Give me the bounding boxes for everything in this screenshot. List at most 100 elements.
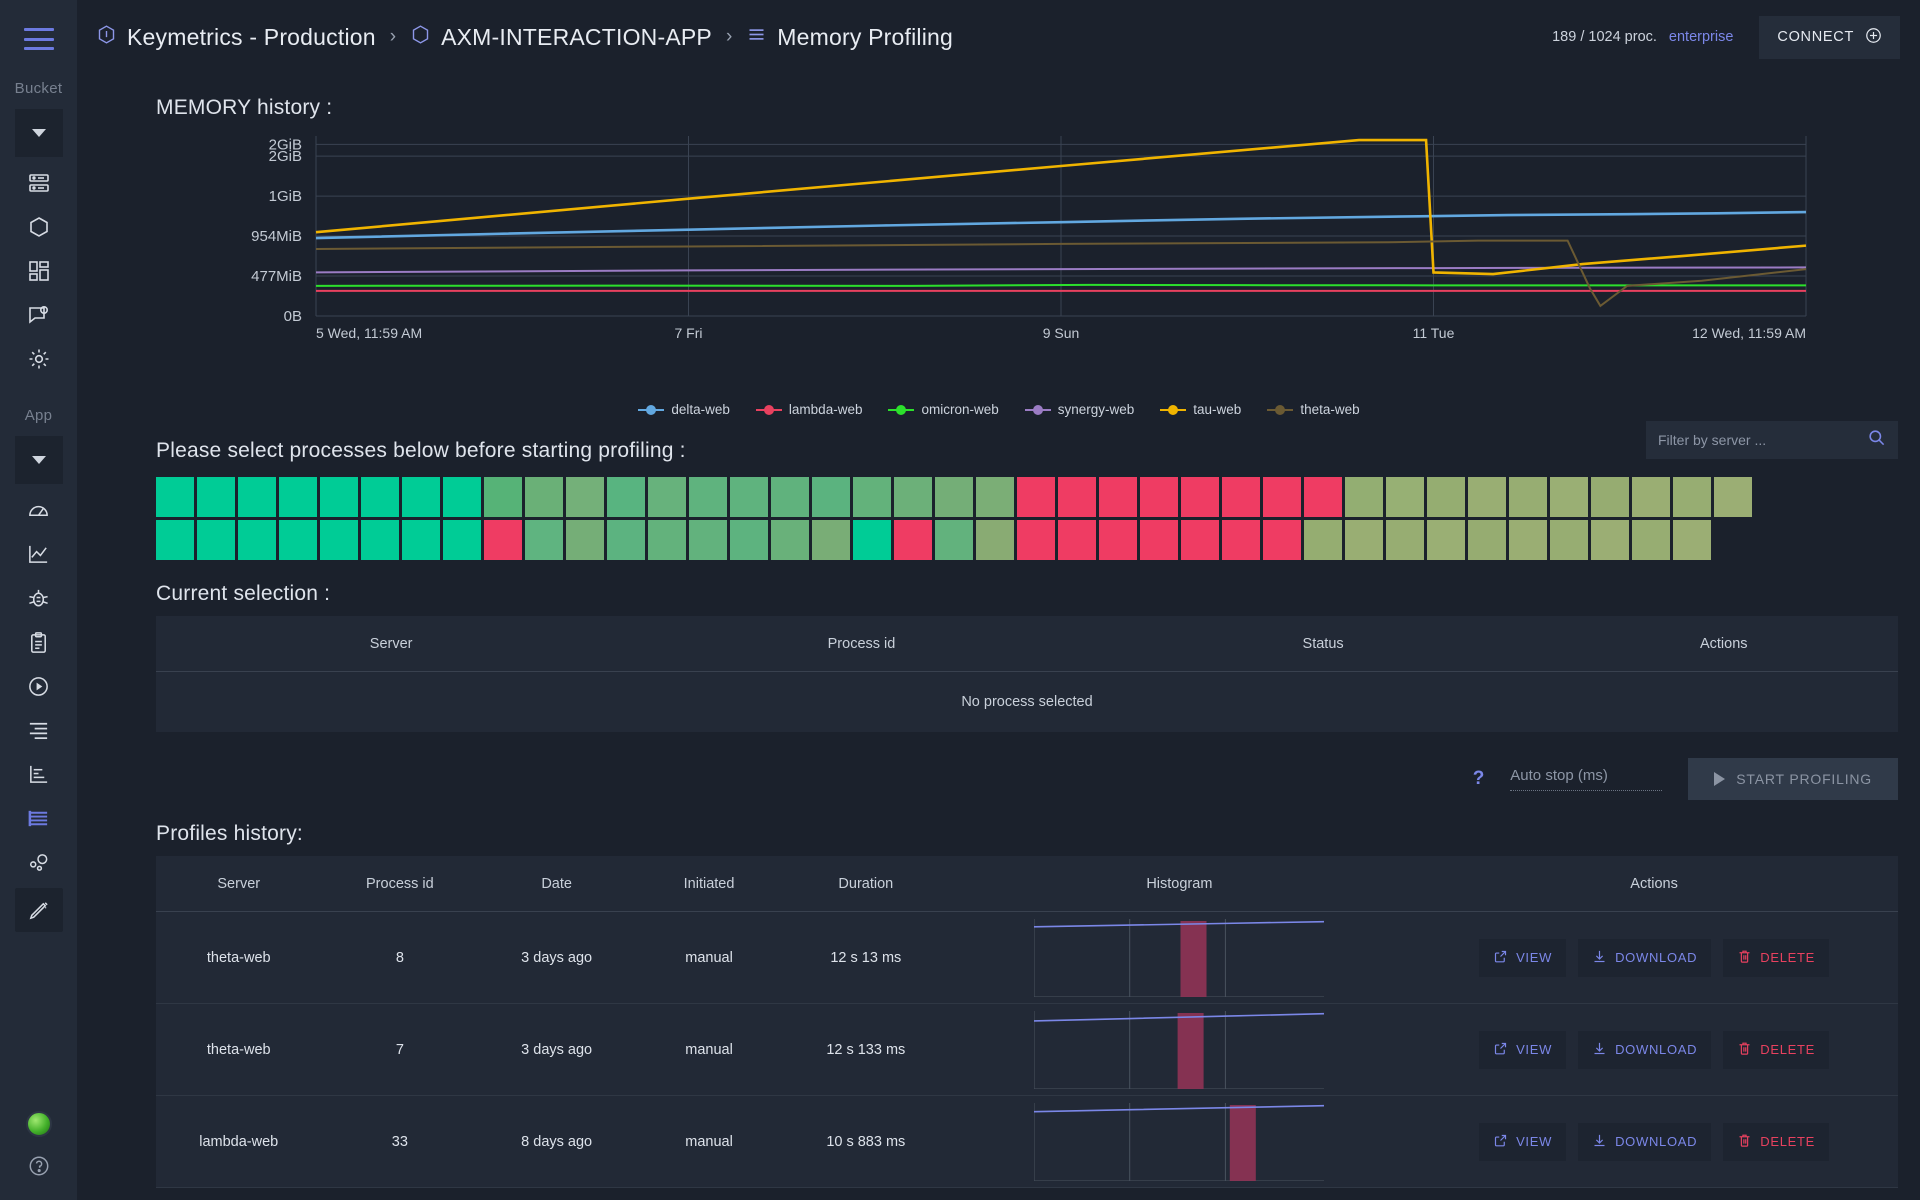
- process-tile[interactable]: [976, 477, 1014, 517]
- process-tile[interactable]: [156, 520, 194, 560]
- process-tile[interactable]: [1714, 477, 1752, 517]
- process-tile[interactable]: [812, 477, 850, 517]
- external-link-button[interactable]: VIEW: [1479, 1123, 1566, 1161]
- process-tile[interactable]: [935, 477, 973, 517]
- process-tile[interactable]: [648, 520, 686, 560]
- server-filter[interactable]: [1646, 421, 1898, 459]
- process-tile[interactable]: [402, 477, 440, 517]
- process-tile[interactable]: [1222, 477, 1260, 517]
- process-tile[interactable]: [238, 520, 276, 560]
- process-tile[interactable]: [1140, 477, 1178, 517]
- process-tile[interactable]: [689, 477, 727, 517]
- sidebar-item-applications[interactable]: [15, 209, 63, 245]
- process-tile[interactable]: [484, 477, 522, 517]
- process-tile[interactable]: [361, 477, 399, 517]
- process-tile[interactable]: [238, 477, 276, 517]
- start-profiling-button[interactable]: START PROFILING: [1688, 758, 1898, 800]
- process-tile[interactable]: [197, 520, 235, 560]
- process-tile[interactable]: [279, 477, 317, 517]
- process-tile[interactable]: [1263, 477, 1301, 517]
- bucket-selector[interactable]: [15, 109, 63, 157]
- user-avatar[interactable]: [26, 1111, 52, 1137]
- search-input[interactable]: [1658, 432, 1859, 448]
- process-tile[interactable]: [771, 477, 809, 517]
- process-tile[interactable]: [771, 520, 809, 560]
- table-row[interactable]: theta-web73 days agomanual12 s 133 msVIE…: [156, 1004, 1898, 1096]
- sidebar-item-metrics[interactable]: [15, 536, 63, 572]
- process-tile[interactable]: [525, 477, 563, 517]
- process-tile[interactable]: [648, 477, 686, 517]
- search-icon[interactable]: [1867, 428, 1886, 452]
- download-button[interactable]: DOWNLOAD: [1578, 1031, 1711, 1069]
- sidebar-item-servers[interactable]: [15, 165, 63, 201]
- process-tile[interactable]: [1345, 477, 1383, 517]
- sidebar-item-edit[interactable]: [15, 888, 63, 932]
- table-row[interactable]: theta-web83 days agomanual12 s 13 msVIEW…: [156, 912, 1898, 1004]
- process-tile[interactable]: [1509, 520, 1547, 560]
- process-tile[interactable]: [1181, 477, 1219, 517]
- process-tile[interactable]: [1140, 520, 1178, 560]
- process-tile[interactable]: [1386, 520, 1424, 560]
- sidebar-item-cpu-profiling[interactable]: [15, 756, 63, 792]
- process-tile[interactable]: [1468, 477, 1506, 517]
- sidebar-item-logs[interactable]: [15, 624, 63, 660]
- process-tile[interactable]: [1181, 520, 1219, 560]
- process-tile[interactable]: [1550, 477, 1588, 517]
- process-tile[interactable]: [443, 520, 481, 560]
- process-tile[interactable]: [1591, 477, 1629, 517]
- process-tile[interactable]: [935, 520, 973, 560]
- process-tile[interactable]: [320, 520, 358, 560]
- app-selector[interactable]: [15, 436, 63, 484]
- process-tile[interactable]: [1591, 520, 1629, 560]
- process-tile[interactable]: [1550, 520, 1588, 560]
- breadcrumb-item-app[interactable]: AXM-INTERACTION-APP: [410, 24, 712, 51]
- process-tile[interactable]: [853, 520, 891, 560]
- process-tile[interactable]: [443, 477, 481, 517]
- process-tile[interactable]: [1017, 477, 1055, 517]
- breadcrumb-item-bucket[interactable]: Keymetrics - Production: [96, 24, 376, 51]
- download-button[interactable]: DOWNLOAD: [1578, 939, 1711, 977]
- process-tile[interactable]: [1468, 520, 1506, 560]
- process-tile[interactable]: [566, 520, 604, 560]
- process-tile[interactable]: [566, 477, 604, 517]
- question-mark-icon[interactable]: ?: [1473, 768, 1485, 790]
- external-link-button[interactable]: VIEW: [1479, 939, 1566, 977]
- process-tile[interactable]: [1427, 477, 1465, 517]
- legend-item-lambda-web[interactable]: lambda-web: [756, 402, 863, 417]
- process-tile[interactable]: [730, 477, 768, 517]
- process-tile[interactable]: [1263, 520, 1301, 560]
- process-tile[interactable]: [361, 520, 399, 560]
- process-tile[interactable]: [894, 477, 932, 517]
- process-tile[interactable]: [1386, 477, 1424, 517]
- sidebar-item-notifications[interactable]: [15, 297, 63, 333]
- hamburger-icon[interactable]: [24, 28, 54, 50]
- table-row[interactable]: lambda-web338 days agomanual10 s 883 msV…: [156, 1096, 1898, 1188]
- process-tile[interactable]: [689, 520, 727, 560]
- process-tile[interactable]: [1304, 520, 1342, 560]
- process-tile[interactable]: [1632, 520, 1670, 560]
- legend-item-tau-web[interactable]: tau-web: [1160, 402, 1241, 417]
- sidebar-item-overview[interactable]: [15, 492, 63, 528]
- external-link-button[interactable]: VIEW: [1479, 1031, 1566, 1069]
- sidebar-item-actions[interactable]: [15, 668, 63, 704]
- trash-button[interactable]: DELETE: [1723, 939, 1829, 977]
- process-tile[interactable]: [156, 477, 194, 517]
- legend-item-theta-web[interactable]: theta-web: [1267, 402, 1359, 417]
- breadcrumb-item-page[interactable]: Memory Profiling: [746, 24, 953, 51]
- connect-button[interactable]: CONNECT: [1759, 16, 1900, 59]
- process-tile[interactable]: [894, 520, 932, 560]
- trash-button[interactable]: DELETE: [1723, 1031, 1829, 1069]
- sidebar-item-dashboard[interactable]: [15, 253, 63, 289]
- process-tile[interactable]: [279, 520, 317, 560]
- process-tile[interactable]: [1099, 520, 1137, 560]
- process-tile[interactable]: [1099, 477, 1137, 517]
- process-tile[interactable]: [853, 477, 891, 517]
- sidebar-item-memory-profiling[interactable]: [15, 800, 63, 836]
- sidebar-item-transactions[interactable]: [15, 712, 63, 748]
- process-tile[interactable]: [197, 477, 235, 517]
- process-tile[interactable]: [1345, 520, 1383, 560]
- process-tile[interactable]: [976, 520, 1014, 560]
- legend-item-omicron-web[interactable]: omicron-web: [888, 402, 998, 417]
- process-tile[interactable]: [1222, 520, 1260, 560]
- sidebar-item-settings[interactable]: [15, 341, 63, 377]
